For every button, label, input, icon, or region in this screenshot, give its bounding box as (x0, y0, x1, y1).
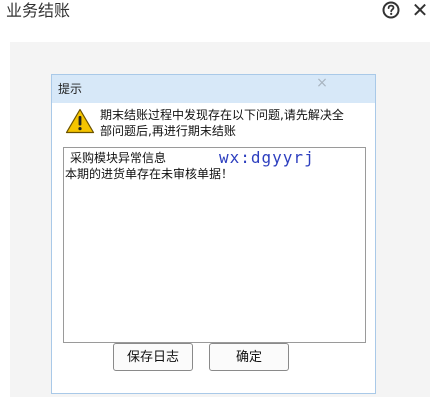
save-log-button[interactable]: 保存日志 (113, 343, 193, 371)
close-icon[interactable]: ✕ (410, 0, 430, 20)
window-title: 业务结账 (6, 1, 71, 20)
ok-button[interactable]: 确定 (209, 343, 289, 371)
warning-message-line: 期末结账过程中发现存在以下问题,请先解决全 (100, 108, 344, 122)
warning-message-line: 部问题后,再进行期末结账 (100, 124, 236, 138)
dialog-close-icon[interactable]: × (314, 75, 330, 91)
log-heading: 采购模块异常信息 (70, 151, 167, 165)
watermark-text: wx:dgyyrj (219, 148, 315, 167)
warning-message: 期末结账过程中发现存在以下问题,请先解决全 部问题后,再进行期末结账 (100, 107, 365, 139)
log-textarea[interactable]: 采购模块异常信息 wx:dgyyrj 本期的进货单存在未审核单据！ (63, 147, 366, 343)
dialog-header: 提示 × (52, 75, 375, 103)
question-circle-icon[interactable] (382, 1, 400, 19)
warning-triangle-icon (65, 108, 95, 134)
prompt-dialog: 提示 × 期末结账过程中发现存在以下问题,请先解决全 部问题后,再进行期末结账 … (51, 74, 376, 394)
log-line: 本期的进货单存在未审核单据！ (65, 167, 234, 181)
dialog-title: 提示 (58, 82, 83, 96)
